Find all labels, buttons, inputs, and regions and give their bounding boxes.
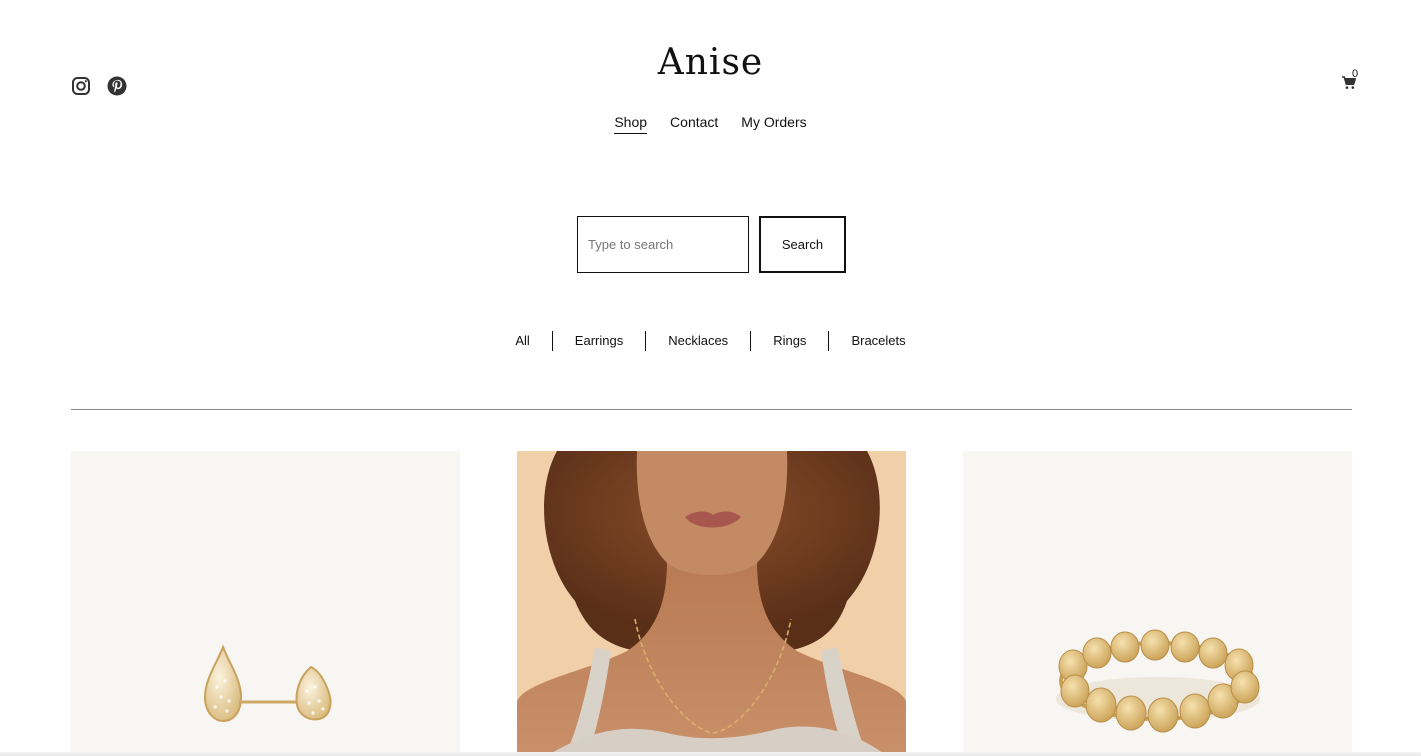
product-image-earrings: [203, 644, 332, 723]
shop-page: Anise Shop Contact My Orders 0 Search Al…: [0, 0, 1421, 756]
product-card[interactable]: [71, 451, 460, 756]
product-image-ring: [1056, 629, 1260, 733]
cart-button[interactable]: 0: [1342, 68, 1364, 92]
viewport-bottom-edge: [0, 752, 1421, 756]
nav-shop[interactable]: Shop: [614, 114, 648, 134]
product-card[interactable]: [963, 451, 1352, 756]
filter-all[interactable]: All: [493, 331, 551, 351]
search-button[interactable]: Search: [759, 216, 846, 273]
category-filters: All Earrings Necklaces Rings Bracelets: [0, 331, 1421, 351]
product-card[interactable]: [517, 451, 906, 756]
product-image-necklace: [517, 451, 906, 756]
filter-earrings[interactable]: Earrings: [551, 331, 645, 351]
nav-contact[interactable]: Contact: [670, 114, 718, 134]
search-input[interactable]: [577, 216, 749, 273]
search-bar: Search: [577, 216, 846, 273]
brand-logo[interactable]: Anise: [0, 42, 1421, 83]
cart-count-badge: 0: [1352, 68, 1359, 80]
main-nav: Shop Contact My Orders: [0, 114, 1421, 134]
filter-rings[interactable]: Rings: [750, 331, 828, 351]
filter-necklaces[interactable]: Necklaces: [645, 331, 750, 351]
nav-my-orders[interactable]: My Orders: [741, 114, 806, 134]
section-divider: [71, 409, 1352, 410]
filter-bracelets[interactable]: Bracelets: [828, 331, 927, 351]
